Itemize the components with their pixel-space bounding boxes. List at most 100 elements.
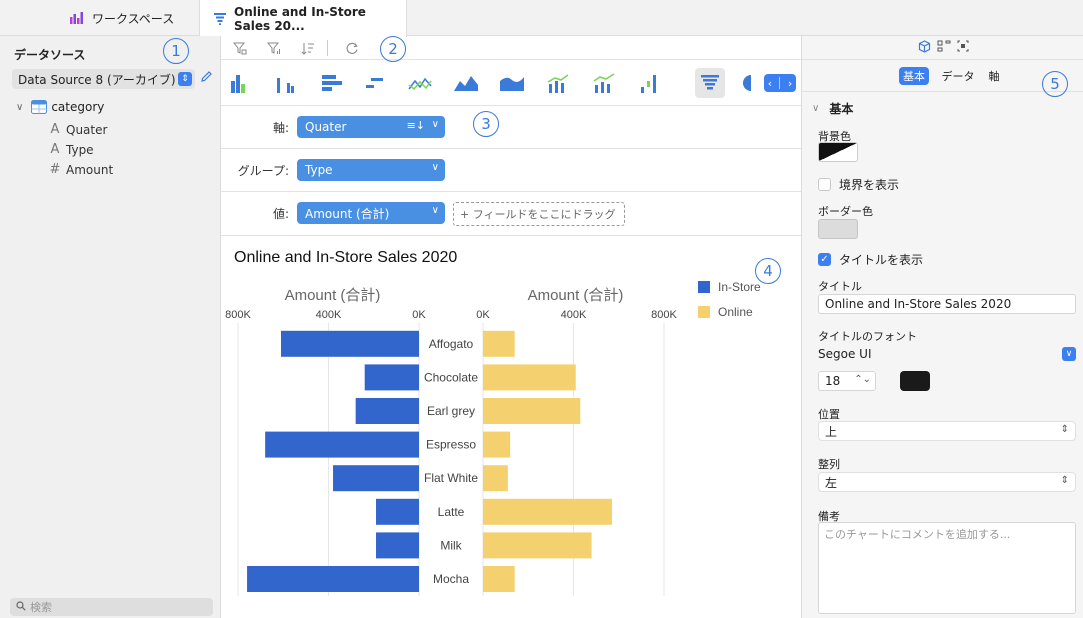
data-source-title: データソース bbox=[14, 48, 86, 62]
bar-online bbox=[483, 566, 515, 592]
axis-field-select[interactable]: Quater ≡↓ ∨ bbox=[297, 116, 445, 138]
show-title-label: タイトルを表示 bbox=[839, 253, 924, 267]
border-color-label: ボーダー色 bbox=[818, 205, 873, 218]
tab-axis[interactable]: 軸 bbox=[982, 67, 1006, 85]
bar-instore bbox=[280, 330, 419, 357]
properties-panel: 基本 データ 軸 ∨ 基本 背景色 境界を表示 ボーダー色 ✓ タイトルを表示 … bbox=[801, 36, 1083, 618]
field-type[interactable]: A Type bbox=[48, 142, 94, 157]
callout-badge-4: 4 bbox=[755, 258, 781, 284]
frame-icon[interactable] bbox=[957, 40, 969, 55]
legend-item-online[interactable]: Online bbox=[698, 305, 753, 319]
group-field-select[interactable]: Type ∨ bbox=[297, 159, 445, 181]
combo-line-chart-icon[interactable] bbox=[589, 68, 619, 98]
axis-label: 軸: bbox=[272, 121, 289, 135]
tab-basic[interactable]: 基本 bbox=[899, 67, 929, 85]
tick-label-right: 400K bbox=[561, 309, 587, 321]
app-window: ワークスペース Online and In-Store Sales 20... … bbox=[0, 0, 1083, 618]
checkmark-icon: ✓ bbox=[818, 253, 831, 266]
legend-item-instore[interactable]: In-Store bbox=[698, 280, 761, 294]
layout-icon[interactable] bbox=[937, 40, 951, 55]
cube-icon[interactable] bbox=[918, 39, 931, 56]
tab-workspace[interactable]: ワークスペース bbox=[0, 0, 200, 36]
section-basic-label: 基本 bbox=[829, 102, 854, 116]
chart-type-nav[interactable]: ‹ › bbox=[764, 74, 796, 92]
panel-mode-icons bbox=[802, 36, 1083, 60]
filter-icon[interactable] bbox=[231, 39, 249, 57]
pie-chart-icon[interactable] bbox=[736, 68, 762, 98]
title-label: タイトル bbox=[818, 280, 862, 293]
bar-online bbox=[483, 465, 508, 492]
chevron-left-icon[interactable]: ‹ bbox=[768, 77, 772, 90]
tick-label-right: 0K bbox=[476, 309, 490, 321]
bar-instore bbox=[355, 398, 419, 424]
border-color-swatch[interactable] bbox=[818, 219, 858, 239]
data-source-select[interactable]: Data Source 8 (アーカイブ) ⇕ bbox=[12, 69, 195, 89]
field-label: Quater bbox=[66, 122, 108, 137]
area-chart-icon[interactable] bbox=[451, 68, 481, 98]
nav-divider bbox=[779, 77, 781, 89]
table-icon bbox=[31, 100, 48, 114]
font-size-value: 18 bbox=[825, 374, 841, 388]
tab-chart[interactable]: Online and In-Store Sales 20... bbox=[200, 0, 407, 37]
field-label: Type bbox=[66, 142, 94, 157]
font-size-input[interactable]: 18 ⌃⌄ bbox=[818, 371, 876, 391]
line-chart-icon[interactable] bbox=[405, 68, 435, 98]
axis-title-right: Amount (合計) bbox=[528, 287, 624, 304]
data-source-panel: データソース Data Source 8 (アーカイブ) ⇕ ∨ categor… bbox=[0, 36, 221, 618]
chevron-down-icon[interactable]: ∨ bbox=[16, 102, 23, 113]
title-input[interactable]: Online and In-Store Sales 2020 bbox=[818, 294, 1076, 314]
align-select[interactable]: 左 ⇕ bbox=[818, 472, 1076, 492]
select-stepper-icon: ⇕ bbox=[178, 72, 192, 86]
show-title-checkbox[interactable]: ✓ タイトルを表示 bbox=[818, 251, 923, 268]
title-font-label: タイトルのフォント bbox=[818, 330, 917, 343]
grouped-column-chart-icon[interactable] bbox=[271, 68, 301, 98]
search-input[interactable]: 検索 bbox=[10, 598, 213, 616]
field-dropzone[interactable]: + フィールドをここにドラッグ bbox=[453, 202, 625, 226]
bg-color-swatch[interactable] bbox=[818, 142, 858, 162]
axis-title-left: Amount (合計) bbox=[285, 287, 381, 304]
bar-instore bbox=[364, 364, 419, 391]
grouped-bar-chart-icon[interactable] bbox=[361, 68, 391, 98]
field-quater[interactable]: A Quater bbox=[48, 122, 108, 137]
legend-label-online: Online bbox=[718, 305, 753, 319]
pencil-icon[interactable] bbox=[200, 70, 213, 86]
stream-chart-icon[interactable] bbox=[497, 68, 527, 98]
notes-textarea[interactable]: このチャートにコメントを追加する... bbox=[818, 522, 1076, 614]
callout-badge-5: 5 bbox=[1042, 71, 1068, 97]
filter-top-icon[interactable] bbox=[265, 39, 283, 57]
column-chart-icon[interactable] bbox=[225, 68, 255, 98]
bar-online bbox=[483, 532, 592, 559]
bar-instore bbox=[265, 431, 419, 458]
text-field-icon: A bbox=[50, 122, 60, 137]
sort-desc-icon[interactable]: ≡↓ bbox=[407, 119, 425, 132]
combo-chart-icon[interactable] bbox=[543, 68, 573, 98]
chevron-down-icon: ∨ bbox=[431, 119, 439, 130]
tab-workspace-label: ワークスペース bbox=[92, 11, 175, 26]
bar-chart-icon[interactable] bbox=[317, 68, 347, 98]
chevron-right-icon[interactable]: › bbox=[788, 77, 792, 90]
chevron-down-icon: ∨ bbox=[1062, 347, 1076, 361]
stepper-icon[interactable]: ⌃⌄ bbox=[854, 374, 871, 385]
show-border-checkbox[interactable]: 境界を表示 bbox=[818, 176, 899, 193]
font-color-swatch[interactable] bbox=[900, 371, 930, 391]
group-field-value: Type bbox=[305, 163, 333, 177]
font-select[interactable]: Segoe UI ∨ bbox=[818, 344, 1076, 364]
bar-instore bbox=[376, 532, 419, 559]
value-field-select[interactable]: Amount (合計) ∨ bbox=[297, 202, 445, 224]
chevron-down-icon: ∨ bbox=[431, 205, 439, 216]
tab-data[interactable]: データ bbox=[938, 67, 978, 85]
field-amount[interactable]: # Amount bbox=[48, 162, 114, 177]
section-basic-header[interactable]: ∨ 基本 bbox=[812, 100, 853, 117]
select-stepper-icon: ⇕ bbox=[1060, 424, 1069, 435]
bar-instore bbox=[333, 465, 419, 492]
font-select-value: Segoe UI bbox=[818, 347, 872, 361]
tree-root-category[interactable]: ∨ category bbox=[16, 100, 104, 114]
show-border-label: 境界を表示 bbox=[839, 178, 900, 192]
position-select[interactable]: 上 ⇕ bbox=[818, 421, 1076, 441]
data-source-select-value: Data Source 8 (アーカイブ) bbox=[18, 72, 176, 87]
category-label: Earl grey bbox=[427, 404, 475, 418]
refresh-icon[interactable] bbox=[343, 39, 361, 57]
waterfall-chart-icon[interactable] bbox=[635, 68, 665, 98]
funnel-chart-type-icon[interactable] bbox=[695, 68, 725, 98]
sort-icon[interactable] bbox=[299, 39, 317, 57]
